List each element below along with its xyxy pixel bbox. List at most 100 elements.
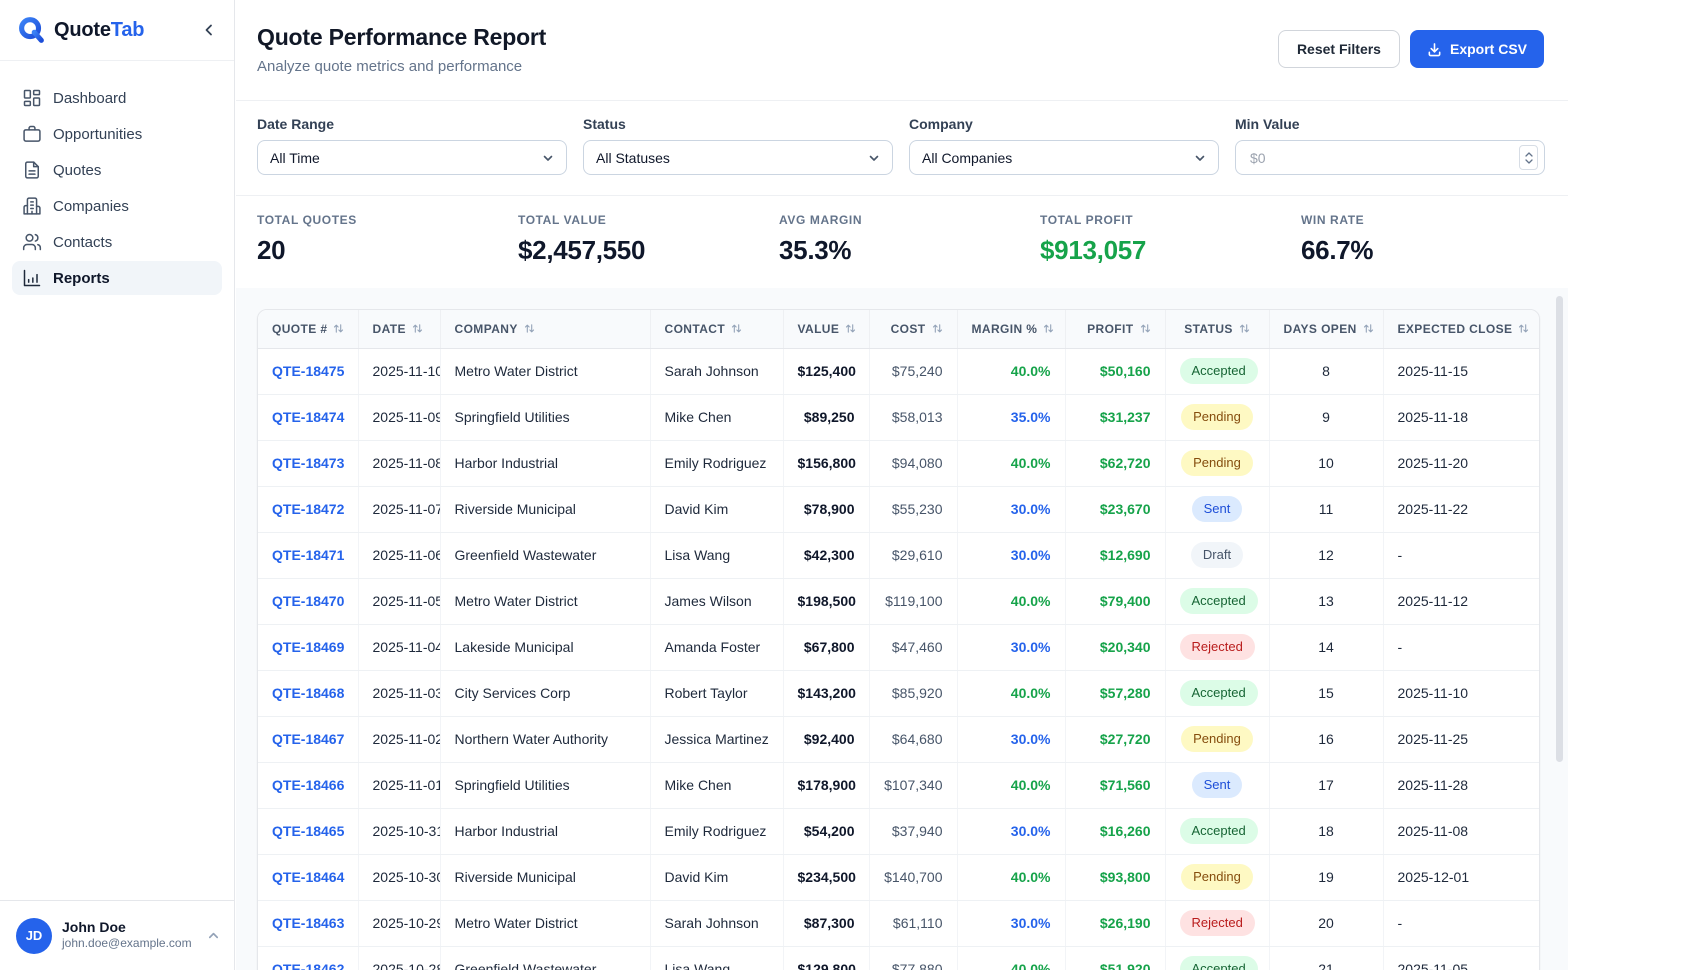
- margin-cell: 30.0%: [957, 808, 1065, 854]
- stat-value: $2,457,550: [518, 235, 779, 266]
- status-badge: Accepted: [1180, 818, 1258, 844]
- expected-close-cell: 2025-11-10: [1383, 670, 1540, 716]
- status-cell: Sent: [1165, 762, 1269, 808]
- table-row: QTE-184632025-10-29Metro Water DistrictS…: [258, 900, 1540, 946]
- quote-link[interactable]: QTE-18467: [272, 731, 344, 747]
- column-header-status[interactable]: STATUS: [1165, 310, 1269, 348]
- sort-icon: [845, 323, 856, 334]
- quote-link[interactable]: QTE-18466: [272, 777, 344, 793]
- sidebar-item-contacts[interactable]: Contacts: [12, 225, 222, 259]
- quote-number-cell: QTE-18468: [258, 670, 358, 716]
- reset-filters-button[interactable]: Reset Filters: [1278, 30, 1400, 68]
- quote-link[interactable]: QTE-18470: [272, 593, 344, 609]
- quote-link[interactable]: QTE-18465: [272, 823, 344, 839]
- quote-link[interactable]: QTE-18469: [272, 639, 344, 655]
- status-cell: Accepted: [1165, 670, 1269, 716]
- value-cell: $89,250: [783, 394, 869, 440]
- vertical-scrollbar[interactable]: [1556, 296, 1563, 762]
- sidebar-item-label: Opportunities: [53, 126, 142, 143]
- cost-cell: $140,700: [869, 854, 957, 900]
- profit-cell: $23,670: [1065, 486, 1165, 532]
- value-cell: $87,300: [783, 900, 869, 946]
- column-header-company[interactable]: COMPANY: [440, 310, 650, 348]
- page-subtitle: Analyze quote metrics and performance: [257, 58, 546, 75]
- margin-cell: 40.0%: [957, 946, 1065, 970]
- column-header-profit[interactable]: PROFIT: [1065, 310, 1165, 348]
- export-csv-button[interactable]: Export CSV: [1410, 30, 1544, 68]
- status-cell: Pending: [1165, 440, 1269, 486]
- stat-label: AVG MARGIN: [779, 213, 1040, 227]
- column-header-quote[interactable]: QUOTE #: [258, 310, 358, 348]
- chevron-up-icon: [207, 929, 220, 942]
- quote-link[interactable]: QTE-18475: [272, 363, 344, 379]
- status-cell: Pending: [1165, 854, 1269, 900]
- quote-number-cell: QTE-18472: [258, 486, 358, 532]
- column-header-value[interactable]: VALUE: [783, 310, 869, 348]
- min-value-input[interactable]: [1248, 149, 1513, 167]
- company-cell: Northern Water Authority: [440, 716, 650, 762]
- quote-link[interactable]: QTE-18468: [272, 685, 344, 701]
- sidebar-item-quotes[interactable]: Quotes: [12, 153, 222, 187]
- contact-cell: Mike Chen: [650, 394, 783, 440]
- date-cell: 2025-10-31: [358, 808, 440, 854]
- quote-link[interactable]: QTE-18463: [272, 915, 344, 931]
- sidebar-item-companies[interactable]: Companies: [12, 189, 222, 223]
- profit-cell: $26,190: [1065, 900, 1165, 946]
- table-row: QTE-184662025-11-01Springfield Utilities…: [258, 762, 1540, 808]
- brand-name: QuoteTab: [54, 19, 144, 42]
- document-icon: [22, 160, 42, 180]
- quote-link[interactable]: QTE-18462: [272, 961, 344, 970]
- quote-number-cell: QTE-18470: [258, 578, 358, 624]
- date-range-select[interactable]: All Time: [257, 140, 567, 175]
- sidebar-item-label: Quotes: [53, 162, 101, 179]
- column-header-date[interactable]: DATE: [358, 310, 440, 348]
- cost-cell: $119,100: [869, 578, 957, 624]
- quote-link[interactable]: QTE-18473: [272, 455, 344, 471]
- contact-cell: Lisa Wang: [650, 532, 783, 578]
- stat-value: $913,057: [1040, 235, 1301, 266]
- profit-cell: $12,690: [1065, 532, 1165, 578]
- status-select[interactable]: All Statuses: [583, 140, 893, 175]
- sidebar-collapse-button[interactable]: [196, 17, 222, 43]
- column-header-cost[interactable]: COST: [869, 310, 957, 348]
- quote-link[interactable]: QTE-18474: [272, 409, 344, 425]
- company-select[interactable]: All Companies: [909, 140, 1219, 175]
- column-header-contact[interactable]: CONTACT: [650, 310, 783, 348]
- column-header-margin[interactable]: MARGIN %: [957, 310, 1065, 348]
- stat-value: 35.3%: [779, 235, 1040, 266]
- stat-label: TOTAL VALUE: [518, 213, 779, 227]
- chevron-down-icon: [1194, 152, 1206, 164]
- sidebar-header: QuoteTab: [0, 0, 234, 61]
- value-cell: $78,900: [783, 486, 869, 532]
- number-stepper[interactable]: [1519, 145, 1538, 170]
- column-header-expected-close[interactable]: EXPECTED CLOSE: [1383, 310, 1540, 348]
- user-profile[interactable]: JD John Doe john.doe@example.com: [0, 900, 234, 970]
- value-cell: $67,800: [783, 624, 869, 670]
- logo-icon: [16, 15, 46, 45]
- cost-cell: $77,880: [869, 946, 957, 970]
- quote-link[interactable]: QTE-18464: [272, 869, 344, 885]
- margin-cell: 30.0%: [957, 624, 1065, 670]
- quotes-table: QUOTE #DATECOMPANYCONTACTVALUECOSTMARGIN…: [258, 310, 1540, 970]
- date-range-label: Date Range: [257, 116, 567, 132]
- contact-cell: James Wilson: [650, 578, 783, 624]
- table-row: QTE-184752025-11-10Metro Water DistrictS…: [258, 348, 1540, 394]
- company-cell: Harbor Industrial: [440, 440, 650, 486]
- sidebar-item-dashboard[interactable]: Dashboard: [12, 81, 222, 115]
- quote-link[interactable]: QTE-18471: [272, 547, 344, 563]
- cost-cell: $55,230: [869, 486, 957, 532]
- column-header-days-open[interactable]: DAYS OPEN: [1269, 310, 1383, 348]
- status-label: Status: [583, 116, 893, 132]
- value-cell: $143,200: [783, 670, 869, 716]
- company-cell: Springfield Utilities: [440, 394, 650, 440]
- page-title: Quote Performance Report: [257, 24, 546, 51]
- quote-link[interactable]: QTE-18472: [272, 501, 344, 517]
- status-cell: Pending: [1165, 716, 1269, 762]
- expected-close-cell: 2025-11-15: [1383, 348, 1540, 394]
- sidebar-item-reports[interactable]: Reports: [12, 261, 222, 295]
- sidebar-item-opportunities[interactable]: Opportunities: [12, 117, 222, 151]
- company-cell: Greenfield Wastewater: [440, 946, 650, 970]
- table-row: QTE-184742025-11-09Springfield Utilities…: [258, 394, 1540, 440]
- status-cell: Accepted: [1165, 578, 1269, 624]
- table-row: QTE-184682025-11-03City Services CorpRob…: [258, 670, 1540, 716]
